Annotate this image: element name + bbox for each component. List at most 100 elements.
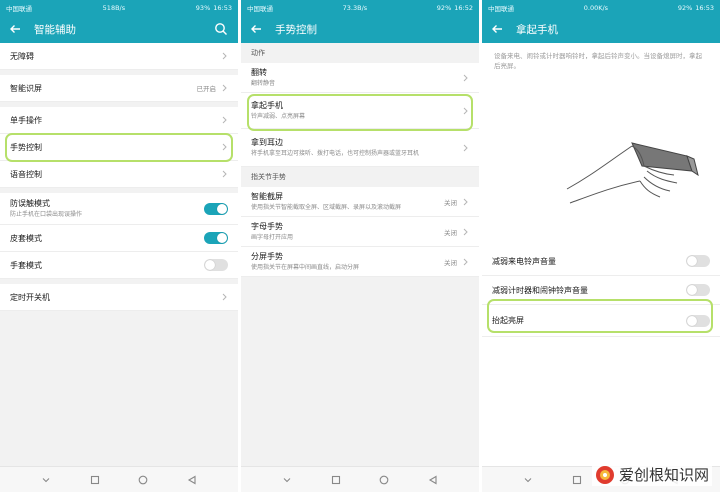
row-label: 定时开关机 <box>10 292 50 302</box>
row-label: 拿起手机 <box>251 101 283 110</box>
row-smart-screen-recognition[interactable]: 智能识屏 已开启 <box>0 75 238 102</box>
page-title: 拿起手机 <box>516 23 558 36</box>
row-glove-mode[interactable]: 手套模式 <box>0 252 238 279</box>
row-label: 皮套模式 <box>10 233 42 243</box>
row-label: 分屏手势 <box>251 252 283 261</box>
chevron-down-icon[interactable] <box>41 475 51 485</box>
cover-mode-toggle[interactable] <box>204 232 228 244</box>
chevron-right-icon <box>463 107 468 114</box>
status-bar: 中国联通 518B/s 93% 16:53 <box>0 0 238 15</box>
chevron-right-icon <box>463 144 468 151</box>
row-voice-control[interactable]: 语音控制 <box>0 161 238 188</box>
nav-bar <box>241 466 479 492</box>
screen-gesture-control: 中国联通 73.3B/s 92% 16:52 手势控制 动作 翻转 翻转静音 拿… <box>241 0 479 492</box>
row-label: 单手操作 <box>10 115 42 125</box>
chevron-down-icon[interactable] <box>523 475 533 485</box>
row-value: 关闭 <box>444 258 457 267</box>
glove-mode-toggle[interactable] <box>204 259 228 271</box>
net-speed: 73.3B/s <box>342 3 368 12</box>
row-subtitle: 将手机拿至耳边可接听、拨打电话，也可控制扬声器或蓝牙耳机 <box>251 150 420 157</box>
carrier-text: 中国联通 <box>247 4 273 13</box>
reduce-call-ringtone-toggle[interactable] <box>686 255 710 267</box>
carrier-text: 中国联通 <box>488 4 514 13</box>
clock: 16:53 <box>213 3 232 12</box>
nav-home-icon[interactable] <box>138 475 148 485</box>
row-label: 防误触模式 <box>10 199 50 208</box>
reduce-alarm-ringtone-toggle[interactable] <box>686 284 710 296</box>
row-subtitle: 铃声减弱、点亮屏幕 <box>251 113 306 120</box>
page-title: 智能辅助 <box>34 23 76 36</box>
row-subtitle: 使用指关节智能截取全屏、区域截屏、录屏以及滚动截屏 <box>251 204 402 211</box>
chevron-right-icon <box>463 258 468 265</box>
row-split-screen-gesture[interactable]: 分屏手势 使用指关节在屏幕中间画直线，启动分屏 关闭 <box>241 247 479 277</box>
raise-to-wake-toggle[interactable] <box>686 314 710 327</box>
row-reduce-alarm-ringtone[interactable]: 减弱计时器和闹钟铃声音量 <box>482 276 720 305</box>
row-gesture-control[interactable]: 手势控制 <box>0 134 238 161</box>
chevron-right-icon <box>222 84 227 92</box>
pick-up-illustration <box>482 71 720 221</box>
row-scheduled-power[interactable]: 定时开关机 <box>0 284 238 311</box>
row-accessibility[interactable]: 无障碍 <box>0 43 238 70</box>
section-actions: 动作 <box>241 43 479 63</box>
site-logo-icon <box>595 465 614 484</box>
clock: 16:52 <box>454 3 473 12</box>
back-arrow-icon[interactable] <box>490 22 504 36</box>
row-pick-up-phone[interactable]: 拿起手机 铃声减弱、点亮屏幕 <box>241 93 479 129</box>
watermark: 爱创根知识网 <box>591 463 712 486</box>
back-arrow-icon[interactable] <box>8 22 22 36</box>
back-arrow-icon[interactable] <box>249 22 263 36</box>
net-speed: 518B/s <box>102 3 126 12</box>
row-label: 手势控制 <box>10 142 42 152</box>
row-anti-mistouch[interactable]: 防误触模式 防止手机在口袋出现误操作 <box>0 193 238 225</box>
anti-mistouch-toggle[interactable] <box>204 202 228 215</box>
row-raise-to-ear[interactable]: 拿到耳边 将手机拿至耳边可接听、拨打电话，也可控制扬声器或蓝牙耳机 <box>241 129 479 167</box>
app-bar: 手势控制 <box>241 15 479 43</box>
nav-back-icon[interactable] <box>187 475 197 485</box>
chevron-right-icon <box>222 52 227 60</box>
row-label: 字母手势 <box>251 222 283 231</box>
chevron-right-icon <box>463 198 468 205</box>
row-label: 抬起亮屏 <box>492 316 524 325</box>
row-label: 拿到耳边 <box>251 138 283 147</box>
row-letter-gesture[interactable]: 字母手势 画字母打开应用 关闭 <box>241 217 479 247</box>
screen-smart-assist: 中国联通 518B/s 93% 16:53 智能辅助 无障碍 智能识屏 已开启 … <box>0 0 238 492</box>
screen-pick-up-phone: 中国联通 0.00K/s 92% 16:53 拿起手机 设备来电、闹铃或计时器响… <box>482 0 720 492</box>
chevron-right-icon <box>463 228 468 235</box>
nav-recent-icon[interactable] <box>90 475 100 485</box>
row-one-hand-mode[interactable]: 单手操作 <box>0 107 238 134</box>
row-raise-to-wake[interactable]: 抬起亮屏 <box>482 305 720 337</box>
clock: 16:53 <box>695 3 714 12</box>
battery-level: 92% <box>677 3 693 12</box>
net-speed: 0.00K/s <box>583 3 609 12</box>
chevron-right-icon <box>222 116 227 124</box>
row-value: 关闭 <box>444 228 457 237</box>
app-bar: 智能辅助 <box>0 15 238 43</box>
status-bar: 中国联通 0.00K/s 92% 16:53 <box>482 0 720 15</box>
nav-home-icon[interactable] <box>379 475 389 485</box>
row-label: 手套模式 <box>10 260 42 270</box>
nav-recent-icon[interactable] <box>572 475 582 485</box>
row-smart-screenshot[interactable]: 智能截屏 使用指关节智能截取全屏、区域截屏、录屏以及滚动截屏 关闭 <box>241 187 479 217</box>
row-flip[interactable]: 翻转 翻转静音 <box>241 63 479 93</box>
status-bar: 中国联通 73.3B/s 92% 16:52 <box>241 0 479 15</box>
app-bar: 拿起手机 <box>482 15 720 43</box>
row-cover-mode[interactable]: 皮套模式 <box>0 225 238 252</box>
battery-level: 93% <box>195 3 211 12</box>
row-label: 减弱来电铃声音量 <box>492 256 556 266</box>
row-label: 减弱计时器和闹钟铃声音量 <box>492 285 588 295</box>
row-label: 智能识屏 <box>10 83 42 93</box>
chevron-down-icon[interactable] <box>282 475 292 485</box>
row-reduce-call-ringtone[interactable]: 减弱来电铃声音量 <box>482 247 720 276</box>
row-label: 语音控制 <box>10 169 42 179</box>
watermark-text: 爱创根知识网 <box>618 466 709 484</box>
row-subtitle: 翻转静音 <box>251 80 276 87</box>
row-value: 已开启 <box>196 85 217 93</box>
chevron-right-icon <box>463 74 468 81</box>
row-label: 翻转 <box>251 68 267 77</box>
search-icon[interactable] <box>214 22 228 36</box>
nav-recent-icon[interactable] <box>331 475 341 485</box>
row-subtitle: 使用指关节在屏幕中间画直线，启动分屏 <box>251 264 360 271</box>
hand-holding-phone-icon <box>566 142 699 204</box>
nav-back-icon[interactable] <box>428 475 438 485</box>
row-value: 关闭 <box>444 198 457 207</box>
